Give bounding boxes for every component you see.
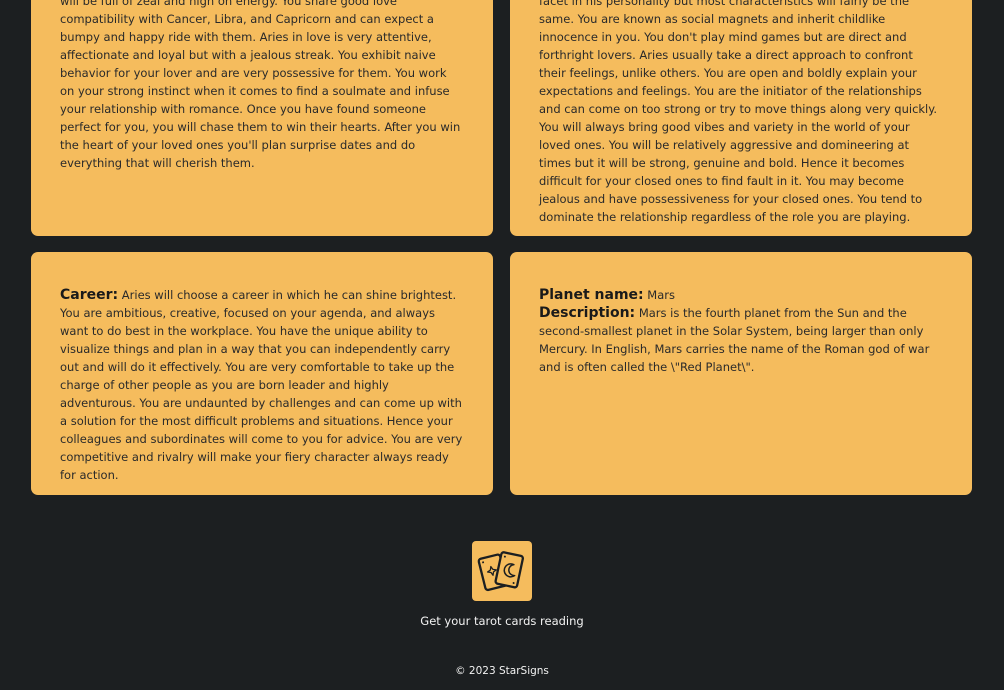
love-text-left: will be full of zeal and high on energy.… [60,0,461,170]
planet-name-value: Mars [647,288,675,302]
planet-description-row: Description: Mars is the fourth planet f… [539,304,943,376]
love-card-right: facet in his personality but most charac… [510,0,972,236]
tarot-cards-icon[interactable] [472,541,532,601]
career-paragraph: Career: Aries will choose a career in wh… [60,286,464,484]
planet-description-label: Description: [539,305,636,321]
planet-name-label: Planet name: [539,287,644,303]
tarot-link[interactable]: Get your tarot cards reading [0,541,1004,628]
love-card-left: will be full of zeal and high on energy.… [31,0,493,236]
love-text-right: facet in his personality but most charac… [539,0,938,224]
tarot-link-text[interactable]: Get your tarot cards reading [0,614,1004,628]
career-card: Career: Aries will choose a career in wh… [31,252,493,495]
planet-card: Planet name: Mars Description: Mars is t… [510,252,972,495]
copyright: © 2023 StarSigns [455,665,549,677]
career-label: Career: [60,287,119,303]
planet-name-row: Planet name: Mars [539,286,943,304]
career-text: Aries will choose a career in which he c… [60,288,463,482]
